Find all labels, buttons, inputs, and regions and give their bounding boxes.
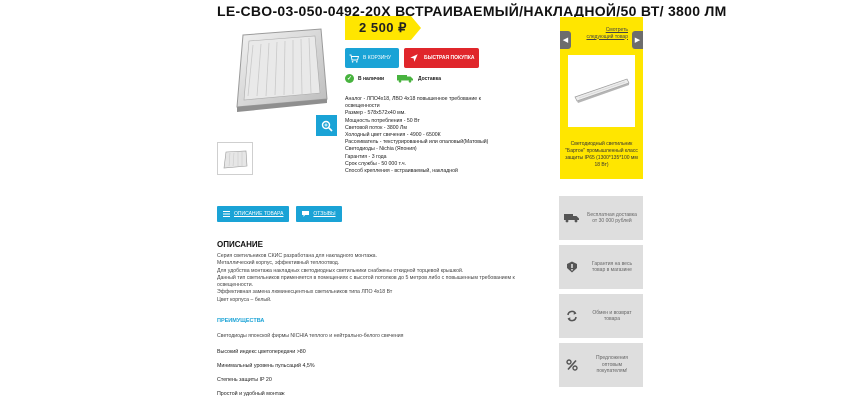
tab-reviews-label: ОТЗЫВЫ — [313, 211, 336, 217]
delivery-label: Доставка — [418, 75, 441, 82]
advantage-item: Простой и удобный монтаж — [217, 391, 285, 397]
info-exchange: Обмен и возврат товара — [559, 294, 643, 338]
warranty-icon — [563, 261, 581, 273]
cart-icon — [349, 54, 359, 63]
chat-icon — [302, 211, 310, 217]
spec-line: Способ крепления - встраиваемый, накладн… — [345, 168, 458, 175]
truck-icon — [563, 213, 581, 223]
spec-line: Гарантия - 3 года — [345, 153, 387, 160]
info-warranty: Гарантия на весь товар в магазине — [559, 245, 643, 289]
advantages-list: Высокий индекс цветопередачи >80 Минимал… — [217, 349, 315, 403]
next-product-image[interactable] — [568, 55, 635, 127]
description-heading: ОПИСАНИЕ — [217, 240, 263, 249]
quick-buy-label: БЫСТРАЯ ПОКУПКА — [424, 55, 475, 61]
percent-icon — [563, 359, 581, 371]
truck-icon — [397, 75, 413, 83]
zoom-button[interactable] — [316, 115, 337, 136]
tab-description[interactable]: ОПИСАНИЕ ТОВАРА — [217, 206, 290, 222]
add-to-cart-label: В КОРЗИНУ — [363, 55, 392, 61]
advantages-intro: Светодиоды японской фирмы NICHIA теплого… — [217, 333, 404, 339]
price-tag: 2 500 ₽ — [345, 16, 421, 40]
next-product-link[interactable]: Смотреть следующий товар — [578, 27, 628, 40]
info-delivery: Бесплатная доставка от 30 000 рублей — [559, 196, 643, 240]
specs-list: Аналог - ЛПО4х18, ЛВО 4х18 повышенное тр… — [345, 96, 510, 175]
next-product-name[interactable]: Светодиодный светильник "Бартон" промышл… — [564, 141, 639, 169]
product-tabs: ОПИСАНИЕ ТОВАРА ОТЗЫВЫ — [217, 206, 342, 222]
magnifier-icon — [321, 120, 333, 132]
spec-line: Световой поток - 3800 Лм — [345, 124, 407, 131]
spec-line: Размер - 578х572х40 мм. — [345, 110, 406, 117]
advantages-heading: ПРЕИМУЩЕСТВА — [217, 318, 265, 324]
quick-buy-button[interactable]: БЫСТРАЯ ПОКУПКА — [404, 48, 479, 68]
next-product-panel: ◀ Смотреть следующий товар ▶ Светодиодны… — [560, 17, 643, 179]
stock-label: В наличии — [358, 75, 385, 82]
tab-description-label: ОПИСАНИЕ ТОВАРА — [234, 211, 284, 217]
delivery-status: Доставка — [397, 74, 441, 83]
description-line: Данный тип светильников применяется в по… — [217, 274, 515, 289]
description-line: Эффективная замена люминесцентных светил… — [217, 289, 393, 296]
info-delivery-text: Бесплатная доставка от 30 000 рублей — [587, 211, 637, 224]
description-line: Цвет корпуса – белый. — [217, 296, 272, 303]
spec-line: Светодиоды - Nichia (Япония) — [345, 146, 417, 153]
chevron-left-icon: ◀ — [562, 37, 569, 44]
stock-status: ✓ В наличии — [345, 74, 384, 83]
send-icon — [410, 54, 418, 62]
advantage-item: Минимальный уровень пульсаций 4,5% — [217, 363, 315, 369]
info-sidebar: Бесплатная доставка от 30 000 рублей Гар… — [559, 196, 643, 392]
product-thumbnail[interactable] — [217, 142, 253, 175]
next-arrow-button[interactable]: ▶ — [632, 31, 643, 49]
prev-arrow-button[interactable]: ◀ — [560, 31, 571, 49]
spec-line: Мощность потребления - 50 Вт — [345, 117, 420, 124]
list-icon — [223, 211, 230, 217]
advantage-item: Степень защиты IP 20 — [217, 377, 272, 383]
description-line: Для удобства монтажа накладных светодиод… — [217, 267, 464, 274]
info-warranty-text: Гарантия на весь товар в магазине — [591, 260, 633, 273]
chevron-right-icon: ▶ — [634, 37, 641, 44]
tab-reviews[interactable]: ОТЗЫВЫ — [296, 206, 342, 222]
advantage-item: Высокий индекс цветопередачи >80 — [217, 349, 306, 355]
exchange-icon — [563, 310, 581, 322]
spec-line: Аналог - ЛПО4х18, ЛВО 4х18 повышенное тр… — [345, 96, 481, 110]
info-wholesale: Предложения оптовым покупателям! — [559, 343, 643, 387]
description-text: Серия светильников СКИС разработана для … — [217, 253, 517, 304]
spec-line: Рассеиватель - текстурированный или опал… — [345, 139, 489, 146]
check-icon: ✓ — [345, 74, 354, 83]
info-wholesale-text: Предложения оптовым покупателям! — [595, 355, 629, 375]
info-exchange-text: Обмен и возврат товара — [592, 309, 632, 322]
spec-line: Срок службы - 50 000 т.ч. — [345, 160, 407, 167]
description-line: Металлический корпус, эффективный теплоо… — [217, 260, 340, 267]
add-to-cart-button[interactable]: В КОРЗИНУ — [345, 48, 399, 68]
